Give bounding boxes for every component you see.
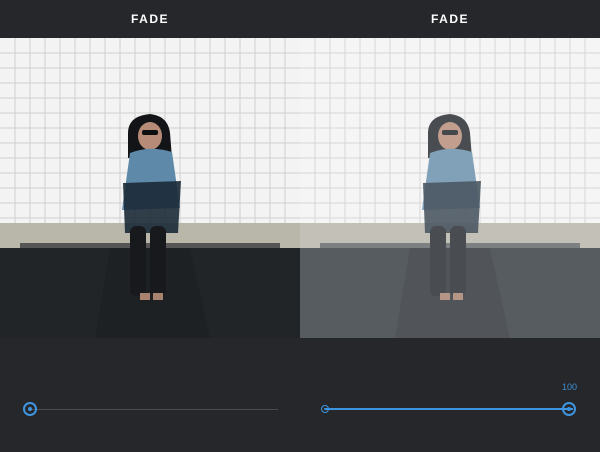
right-edit-panel: FADE 100 <box>300 0 600 452</box>
right-slider-start-marker <box>321 405 329 413</box>
left-panel-title: FADE <box>130 12 169 26</box>
right-slider-fill <box>325 408 573 410</box>
photo-image <box>0 38 300 338</box>
fade-comparison-screen: FADE FADE 100 <box>0 0 600 452</box>
photo-image <box>300 38 600 338</box>
left-edit-panel: FADE <box>0 0 300 452</box>
right-slider-handle[interactable] <box>562 402 576 416</box>
left-slider-track[interactable] <box>30 409 278 410</box>
right-photo-preview <box>300 38 600 338</box>
left-slider-area <box>0 338 300 452</box>
right-slider-value: 100 <box>561 382 577 392</box>
left-photo-preview <box>0 38 300 338</box>
left-slider-handle[interactable] <box>23 402 37 416</box>
right-slider-area: 100 <box>300 338 600 452</box>
right-panel-title: FADE <box>430 12 469 26</box>
